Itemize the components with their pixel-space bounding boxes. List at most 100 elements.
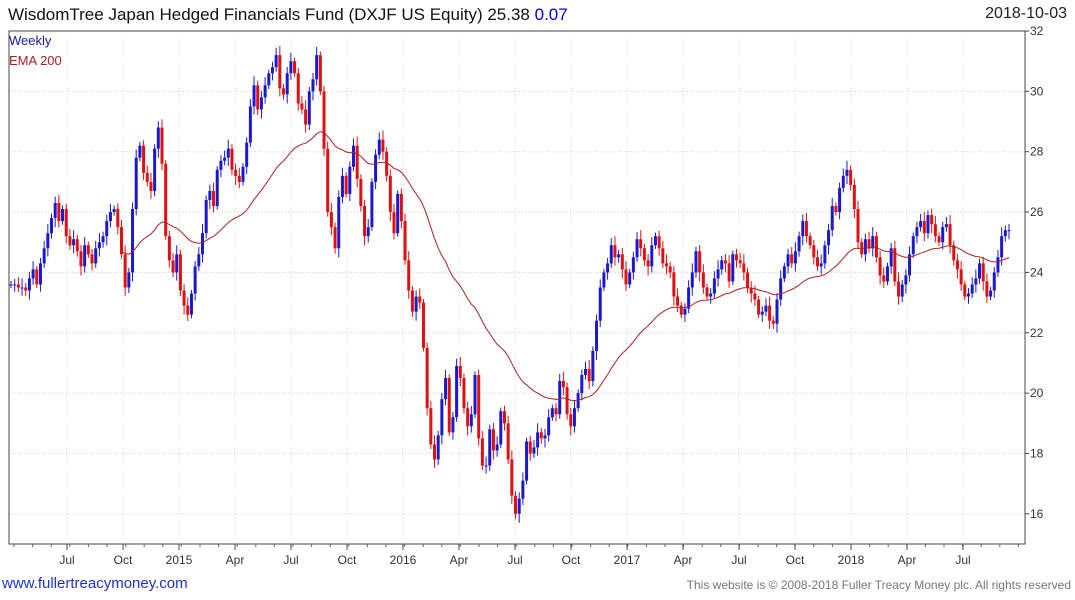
- candle: [841, 168, 845, 193]
- candle: [646, 254, 650, 276]
- candle-body: [948, 224, 952, 246]
- candle: [676, 288, 680, 312]
- candle: [344, 172, 348, 198]
- candle: [72, 230, 76, 254]
- candle-body: [374, 154, 378, 182]
- candle: [282, 83, 286, 100]
- candle-body: [296, 73, 300, 104]
- candle: [517, 492, 521, 523]
- candle: [329, 203, 333, 236]
- candle: [278, 46, 282, 97]
- candle: [952, 240, 956, 266]
- candle: [657, 230, 661, 256]
- x-tick-label-0: Jul: [59, 553, 74, 567]
- candle: [823, 240, 827, 269]
- candle: [197, 247, 201, 271]
- candle: [687, 280, 691, 314]
- candle: [712, 271, 716, 299]
- candle: [937, 232, 941, 246]
- candle: [112, 205, 116, 216]
- candle: [665, 254, 669, 275]
- candle: [241, 163, 245, 186]
- candle-body: [595, 320, 599, 351]
- candle: [333, 222, 337, 254]
- candle-body: [819, 263, 823, 267]
- candle-body: [259, 97, 263, 110]
- candle-body: [510, 459, 514, 496]
- candle: [473, 371, 477, 418]
- candle-body: [989, 290, 993, 297]
- candle: [381, 130, 385, 160]
- candle-body: [539, 432, 543, 439]
- candle: [631, 251, 635, 280]
- candle-body: [50, 218, 54, 234]
- candle: [204, 195, 208, 239]
- x-tick-label-13: Oct: [786, 553, 805, 567]
- candle: [963, 280, 967, 301]
- candle: [337, 190, 341, 258]
- candle: [804, 212, 808, 243]
- candle-body: [816, 257, 820, 267]
- candle-body: [403, 221, 407, 261]
- candle-body: [900, 284, 904, 297]
- candle: [908, 246, 912, 282]
- candle: [782, 262, 786, 283]
- candle: [97, 233, 101, 257]
- candle: [985, 273, 989, 303]
- candle-body: [186, 305, 190, 315]
- candle-body: [53, 203, 57, 219]
- candle-body: [852, 184, 856, 210]
- candle-body: [145, 172, 149, 182]
- candle: [635, 231, 639, 262]
- candle: [705, 283, 709, 301]
- x-tick-label-4: Jul: [283, 553, 298, 567]
- candle: [609, 238, 613, 268]
- candle: [418, 288, 422, 309]
- candle-body: [528, 441, 532, 454]
- candle-body: [256, 85, 260, 110]
- candle: [444, 369, 448, 406]
- candle: [539, 427, 543, 444]
- candle-body: [274, 55, 278, 68]
- candle-body: [462, 378, 466, 409]
- candle: [701, 264, 705, 294]
- candle: [525, 437, 529, 485]
- candle-body: [119, 227, 123, 255]
- candle-body: [359, 178, 363, 207]
- candle: [340, 167, 344, 204]
- candle-body: [874, 236, 878, 258]
- candle-body: [289, 61, 293, 74]
- candle-body: [580, 375, 584, 394]
- candle-body: [24, 287, 28, 291]
- candle-body: [536, 432, 540, 448]
- candle-body: [963, 284, 967, 297]
- candle: [830, 197, 834, 237]
- candle-body: [31, 269, 35, 279]
- candle: [145, 165, 149, 187]
- candle-body: [344, 175, 348, 194]
- candle-body: [160, 127, 164, 164]
- candle-body: [665, 263, 669, 267]
- candle: [536, 423, 540, 456]
- candle: [569, 407, 573, 436]
- candle: [746, 267, 750, 293]
- candle: [429, 400, 433, 449]
- candle: [131, 202, 135, 282]
- candle: [27, 272, 31, 300]
- candle-body: [734, 254, 738, 261]
- candle: [749, 281, 753, 303]
- candle: [989, 286, 993, 301]
- candle: [580, 369, 584, 401]
- candle-body: [970, 284, 974, 294]
- candle: [186, 297, 190, 321]
- footer-site-link[interactable]: www.fullertreacymoney.com: [2, 575, 188, 592]
- candle-body: [558, 381, 562, 415]
- candle-body: [86, 245, 90, 255]
- candle: [679, 301, 683, 319]
- y-tick-label-22: 22: [1030, 326, 1044, 340]
- candle: [42, 241, 46, 268]
- candle-body: [933, 224, 937, 237]
- candle-body: [712, 278, 716, 294]
- y-tick-label-18: 18: [1030, 446, 1044, 460]
- candle: [690, 263, 694, 296]
